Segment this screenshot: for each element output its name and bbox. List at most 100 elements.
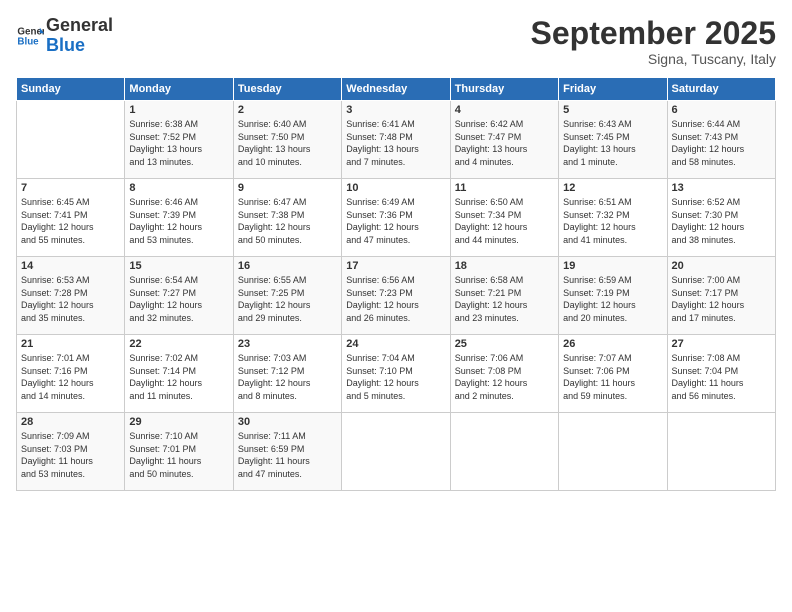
day-number: 17 xyxy=(346,260,445,272)
calendar-cell: 17 Sunrise: 6:56 AM Sunset: 7:23 PM Dayli… xyxy=(342,257,450,335)
logo: General Blue GeneralBlue xyxy=(16,16,113,56)
calendar-cell: 1Sunrise: 6:38 AM Sunset: 7:52 PM Daylig… xyxy=(125,101,233,179)
col-header-saturday: Saturday xyxy=(667,78,775,101)
day-number: 26 xyxy=(563,338,662,350)
day-info: Sunrise: 6:55 AM Sunset: 7:25 PM Dayligh… xyxy=(238,274,337,324)
calendar-cell xyxy=(559,413,667,491)
day-info: Sunrise: 6:42 AM Sunset: 7:47 PM Dayligh… xyxy=(455,118,554,168)
day-info: Sunrise: 6:38 AM Sunset: 7:52 PM Dayligh… xyxy=(129,118,228,168)
day-number: 20 xyxy=(672,260,771,272)
calendar-cell: 19 Sunrise: 6:59 AM Sunset: 7:19 PM Dayli… xyxy=(559,257,667,335)
day-info: Sunrise: 7:07 AM Sunset: 7:06 PM Dayligh… xyxy=(563,352,662,402)
day-info: Sunrise: 6:46 AM Sunset: 7:39 PM Dayligh… xyxy=(129,196,228,246)
day-number: 16 xyxy=(238,260,337,272)
title-block: September 2025 Signa, Tuscany, Italy xyxy=(531,16,776,67)
day-info: Sunrise: 7:09 AM Sunset: 7:03 PM Dayligh… xyxy=(21,430,120,480)
calendar-cell: 13 Sunrise: 6:52 AM Sunset: 7:30 PM Dayli… xyxy=(667,179,775,257)
col-header-monday: Monday xyxy=(125,78,233,101)
svg-text:Blue: Blue xyxy=(17,36,39,47)
day-info: Sunrise: 6:52 AM Sunset: 7:30 PM Dayligh… xyxy=(672,196,771,246)
col-header-friday: Friday xyxy=(559,78,667,101)
logo-text: GeneralBlue xyxy=(46,16,113,56)
day-info: Sunrise: 7:11 AM Sunset: 6:59 PM Dayligh… xyxy=(238,430,337,480)
calendar-cell xyxy=(450,413,558,491)
calendar-cell: 30 Sunrise: 7:11 AM Sunset: 6:59 PM Dayli… xyxy=(233,413,341,491)
day-info: Sunrise: 6:40 AM Sunset: 7:50 PM Dayligh… xyxy=(238,118,337,168)
calendar-week-5: 28 Sunrise: 7:09 AM Sunset: 7:03 PM Dayli… xyxy=(17,413,776,491)
day-number: 24 xyxy=(346,338,445,350)
day-info: Sunrise: 6:56 AM Sunset: 7:23 PM Dayligh… xyxy=(346,274,445,324)
calendar-week-3: 14 Sunrise: 6:53 AM Sunset: 7:28 PM Dayli… xyxy=(17,257,776,335)
day-info: Sunrise: 6:44 AM Sunset: 7:43 PM Dayligh… xyxy=(672,118,771,168)
calendar-cell: 11 Sunrise: 6:50 AM Sunset: 7:34 PM Dayli… xyxy=(450,179,558,257)
day-number: 3 xyxy=(346,104,445,116)
calendar-cell: 9Sunrise: 6:47 AM Sunset: 7:38 PM Daylig… xyxy=(233,179,341,257)
day-number: 13 xyxy=(672,182,771,194)
day-info: Sunrise: 6:50 AM Sunset: 7:34 PM Dayligh… xyxy=(455,196,554,246)
calendar-cell: 26 Sunrise: 7:07 AM Sunset: 7:06 PM Dayli… xyxy=(559,335,667,413)
calendar-cell: 12Sunrise: 6:51 AM Sunset: 7:32 PM Dayli… xyxy=(559,179,667,257)
day-number: 9 xyxy=(238,182,337,194)
calendar-cell: 14 Sunrise: 6:53 AM Sunset: 7:28 PM Dayli… xyxy=(17,257,125,335)
day-info: Sunrise: 6:45 AM Sunset: 7:41 PM Dayligh… xyxy=(21,196,120,246)
day-number: 21 xyxy=(21,338,120,350)
calendar-cell xyxy=(667,413,775,491)
calendar-cell: 10Sunrise: 6:49 AM Sunset: 7:36 PM Dayli… xyxy=(342,179,450,257)
day-info: Sunrise: 7:04 AM Sunset: 7:10 PM Dayligh… xyxy=(346,352,445,402)
calendar-cell: 8Sunrise: 6:46 AM Sunset: 7:39 PM Daylig… xyxy=(125,179,233,257)
day-number: 23 xyxy=(238,338,337,350)
calendar-cell: 3 Sunrise: 6:41 AM Sunset: 7:48 PM Daylig… xyxy=(342,101,450,179)
subtitle: Signa, Tuscany, Italy xyxy=(531,51,776,67)
day-number: 22 xyxy=(129,338,228,350)
day-number: 30 xyxy=(238,416,337,428)
calendar-cell: 22Sunrise: 7:02 AM Sunset: 7:14 PM Dayli… xyxy=(125,335,233,413)
day-info: Sunrise: 7:00 AM Sunset: 7:17 PM Dayligh… xyxy=(672,274,771,324)
day-number: 6 xyxy=(672,104,771,116)
day-number: 11 xyxy=(455,182,554,194)
day-info: Sunrise: 6:54 AM Sunset: 7:27 PM Dayligh… xyxy=(129,274,228,324)
calendar-cell: 20 Sunrise: 7:00 AM Sunset: 7:17 PM Dayli… xyxy=(667,257,775,335)
col-header-thursday: Thursday xyxy=(450,78,558,101)
day-info: Sunrise: 6:59 AM Sunset: 7:19 PM Dayligh… xyxy=(563,274,662,324)
calendar-cell: 29 Sunrise: 7:10 AM Sunset: 7:01 PM Dayli… xyxy=(125,413,233,491)
col-header-tuesday: Tuesday xyxy=(233,78,341,101)
day-number: 7 xyxy=(21,182,120,194)
col-header-sunday: Sunday xyxy=(17,78,125,101)
calendar-cell: 21 Sunrise: 7:01 AM Sunset: 7:16 PM Dayli… xyxy=(17,335,125,413)
calendar-header-row: SundayMondayTuesdayWednesdayThursdayFrid… xyxy=(17,78,776,101)
calendar-cell: 28 Sunrise: 7:09 AM Sunset: 7:03 PM Dayli… xyxy=(17,413,125,491)
day-number: 29 xyxy=(129,416,228,428)
day-number: 2 xyxy=(238,104,337,116)
day-info: Sunrise: 6:49 AM Sunset: 7:36 PM Dayligh… xyxy=(346,196,445,246)
day-number: 28 xyxy=(21,416,120,428)
calendar-cell: 4Sunrise: 6:42 AM Sunset: 7:47 PM Daylig… xyxy=(450,101,558,179)
calendar-cell: 7 Sunrise: 6:45 AM Sunset: 7:41 PM Daylig… xyxy=(17,179,125,257)
calendar-week-2: 7 Sunrise: 6:45 AM Sunset: 7:41 PM Daylig… xyxy=(17,179,776,257)
calendar-cell: 18 Sunrise: 6:58 AM Sunset: 7:21 PM Dayli… xyxy=(450,257,558,335)
day-number: 18 xyxy=(455,260,554,272)
calendar-cell: 5Sunrise: 6:43 AM Sunset: 7:45 PM Daylig… xyxy=(559,101,667,179)
day-number: 15 xyxy=(129,260,228,272)
day-info: Sunrise: 6:41 AM Sunset: 7:48 PM Dayligh… xyxy=(346,118,445,168)
day-info: Sunrise: 7:01 AM Sunset: 7:16 PM Dayligh… xyxy=(21,352,120,402)
day-number: 19 xyxy=(563,260,662,272)
calendar-week-1: 1Sunrise: 6:38 AM Sunset: 7:52 PM Daylig… xyxy=(17,101,776,179)
day-info: Sunrise: 6:53 AM Sunset: 7:28 PM Dayligh… xyxy=(21,274,120,324)
day-info: Sunrise: 6:43 AM Sunset: 7:45 PM Dayligh… xyxy=(563,118,662,168)
calendar-cell: 27 Sunrise: 7:08 AM Sunset: 7:04 PM Dayli… xyxy=(667,335,775,413)
calendar-cell: 24 Sunrise: 7:04 AM Sunset: 7:10 PM Dayli… xyxy=(342,335,450,413)
day-info: Sunrise: 6:58 AM Sunset: 7:21 PM Dayligh… xyxy=(455,274,554,324)
month-title: September 2025 xyxy=(531,16,776,51)
day-number: 12 xyxy=(563,182,662,194)
calendar-cell: 15 Sunrise: 6:54 AM Sunset: 7:27 PM Dayli… xyxy=(125,257,233,335)
day-info: Sunrise: 7:10 AM Sunset: 7:01 PM Dayligh… xyxy=(129,430,228,480)
calendar-cell xyxy=(342,413,450,491)
calendar-cell: 25 Sunrise: 7:06 AM Sunset: 7:08 PM Dayli… xyxy=(450,335,558,413)
day-number: 25 xyxy=(455,338,554,350)
calendar-cell: 16 Sunrise: 6:55 AM Sunset: 7:25 PM Dayli… xyxy=(233,257,341,335)
col-header-wednesday: Wednesday xyxy=(342,78,450,101)
day-number: 14 xyxy=(21,260,120,272)
day-number: 27 xyxy=(672,338,771,350)
day-info: Sunrise: 7:08 AM Sunset: 7:04 PM Dayligh… xyxy=(672,352,771,402)
day-info: Sunrise: 7:06 AM Sunset: 7:08 PM Dayligh… xyxy=(455,352,554,402)
